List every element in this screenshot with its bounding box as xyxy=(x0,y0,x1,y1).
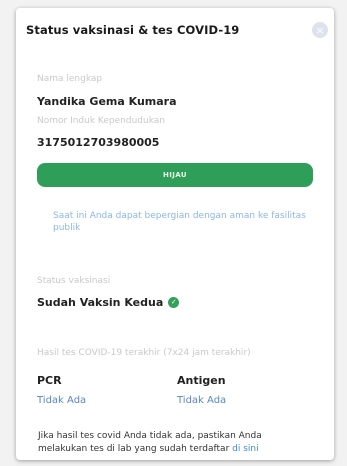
status-badge: HIJAU xyxy=(37,163,313,187)
vaccination-status: Sudah Vaksin Kedua ✓ xyxy=(37,296,180,309)
status-description: Saat ini Anda dapat bepergian dengan ama… xyxy=(53,211,306,233)
test-section-label: Hasil tes COVID-19 terakhir (7x24 jam te… xyxy=(37,348,251,358)
footer-note-line1: Jika hasil tes covid Anda tidak ada, pas… xyxy=(38,431,262,441)
full-name-value: Yandika Gema Kumara xyxy=(37,95,177,108)
test-result-antigen: Tidak Ada xyxy=(177,395,227,406)
nik-value: 3175012703980005 xyxy=(37,136,160,149)
status-badge-label: HIJAU xyxy=(163,171,187,179)
footer-note: Jika hasil tes covid Anda tidak ada, pas… xyxy=(38,430,328,456)
test-result-pcr: Tidak Ada xyxy=(37,395,87,406)
covid-status-card: Status vaksinasi & tes COVID-19 × Nama l… xyxy=(16,8,334,460)
test-name-pcr: PCR xyxy=(37,374,62,387)
nik-label: Nomor Induk Kependudukan xyxy=(37,116,165,126)
footer-note-line2: melakukan tes di lab yang sudah terdafta… xyxy=(38,444,230,454)
register-lab-link[interactable]: di sini xyxy=(232,444,258,454)
close-icon[interactable]: × xyxy=(312,22,328,38)
name-label: Nama lengkap xyxy=(37,74,103,84)
check-circle-icon: ✓ xyxy=(168,297,180,308)
test-name-antigen: Antigen xyxy=(177,374,226,387)
vaccination-status-value: Sudah Vaksin Kedua xyxy=(37,296,164,309)
dialog-header: Status vaksinasi & tes COVID-19 × xyxy=(16,8,334,54)
vaccination-section-label: Status vaksinasi xyxy=(37,276,111,286)
dialog-title: Status vaksinasi & tes COVID-19 xyxy=(26,23,240,37)
